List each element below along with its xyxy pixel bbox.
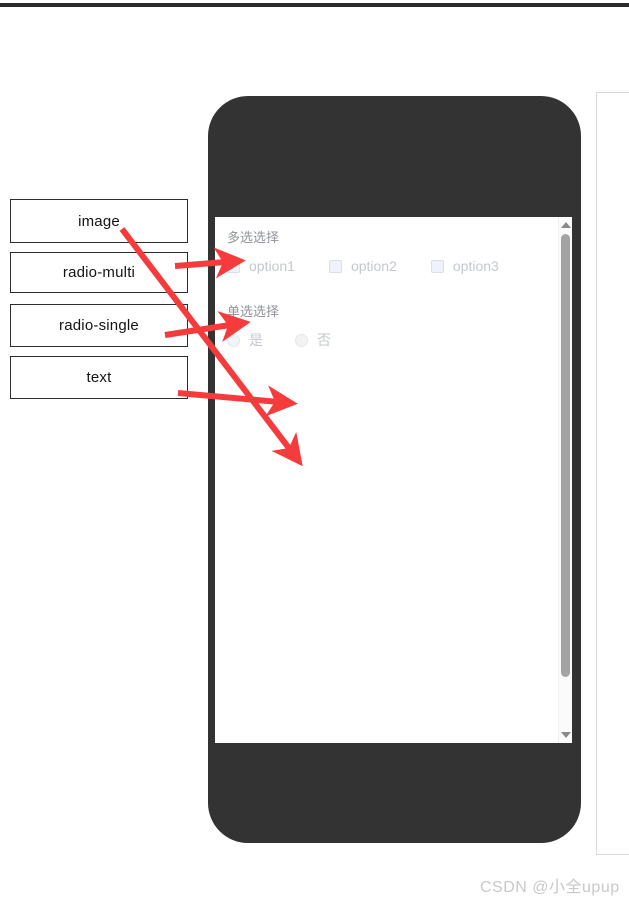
annotation-box-text[interactable]: text — [10, 356, 188, 399]
checkbox-option-row: option1 option2 option3 — [227, 259, 558, 273]
right-side-panel — [596, 92, 629, 855]
checkbox-label: option3 — [452, 258, 499, 274]
scroll-up-arrow-icon[interactable] — [560, 222, 571, 228]
group-heading-multi: 多选选择 — [227, 230, 280, 245]
screenshot-root: image radio-multi radio-single text 多选选择… — [0, 0, 629, 900]
watermark: CSDN @小全upup — [480, 879, 620, 896]
radio-icon[interactable] — [295, 333, 308, 347]
top-divider — [0, 3, 629, 7]
vertical-scrollbar[interactable] — [558, 217, 572, 743]
checkbox-option1[interactable]: option1 — [227, 259, 295, 273]
form-group-single-select: 单选选择 是 否 — [227, 303, 558, 347]
checkbox-label: option1 — [249, 258, 295, 274]
scroll-down-arrow-icon[interactable] — [560, 732, 571, 738]
annotation-box-label: radio-multi — [62, 264, 136, 281]
annotation-box-label: text — [86, 369, 112, 386]
checkbox-icon[interactable] — [430, 259, 444, 273]
annotation-box-radio-multi[interactable]: radio-multi — [10, 252, 188, 293]
radio-label: 否 — [317, 332, 331, 348]
group-heading-single: 单选选择 — [227, 304, 280, 319]
radio-option-row: 是 否 — [227, 333, 558, 347]
radio-option-yes[interactable]: 是 — [227, 333, 263, 347]
radio-icon[interactable] — [227, 333, 240, 347]
checkbox-icon[interactable] — [227, 259, 240, 273]
checkbox-option3[interactable]: option3 — [430, 258, 499, 274]
radio-option-no[interactable]: 否 — [295, 333, 331, 347]
form-content: 多选选择 option1 option2 option3 单选选择 是 否 — [215, 217, 558, 743]
annotation-box-label: image — [78, 212, 120, 230]
scrollbar-thumb[interactable] — [561, 234, 570, 677]
phone-screen: 多选选择 option1 option2 option3 单选选择 是 否 — [215, 217, 572, 743]
checkbox-icon[interactable] — [328, 259, 342, 273]
annotation-box-label: radio-single — [59, 317, 139, 334]
checkbox-label: option2 — [350, 258, 397, 274]
annotation-box-image[interactable]: image — [10, 199, 188, 243]
checkbox-option2[interactable]: option2 — [328, 258, 397, 274]
annotation-box-radio-single[interactable]: radio-single — [10, 304, 188, 347]
form-group-multi-select: 多选选择 option1 option2 option3 — [227, 229, 558, 273]
radio-label: 是 — [249, 332, 263, 348]
